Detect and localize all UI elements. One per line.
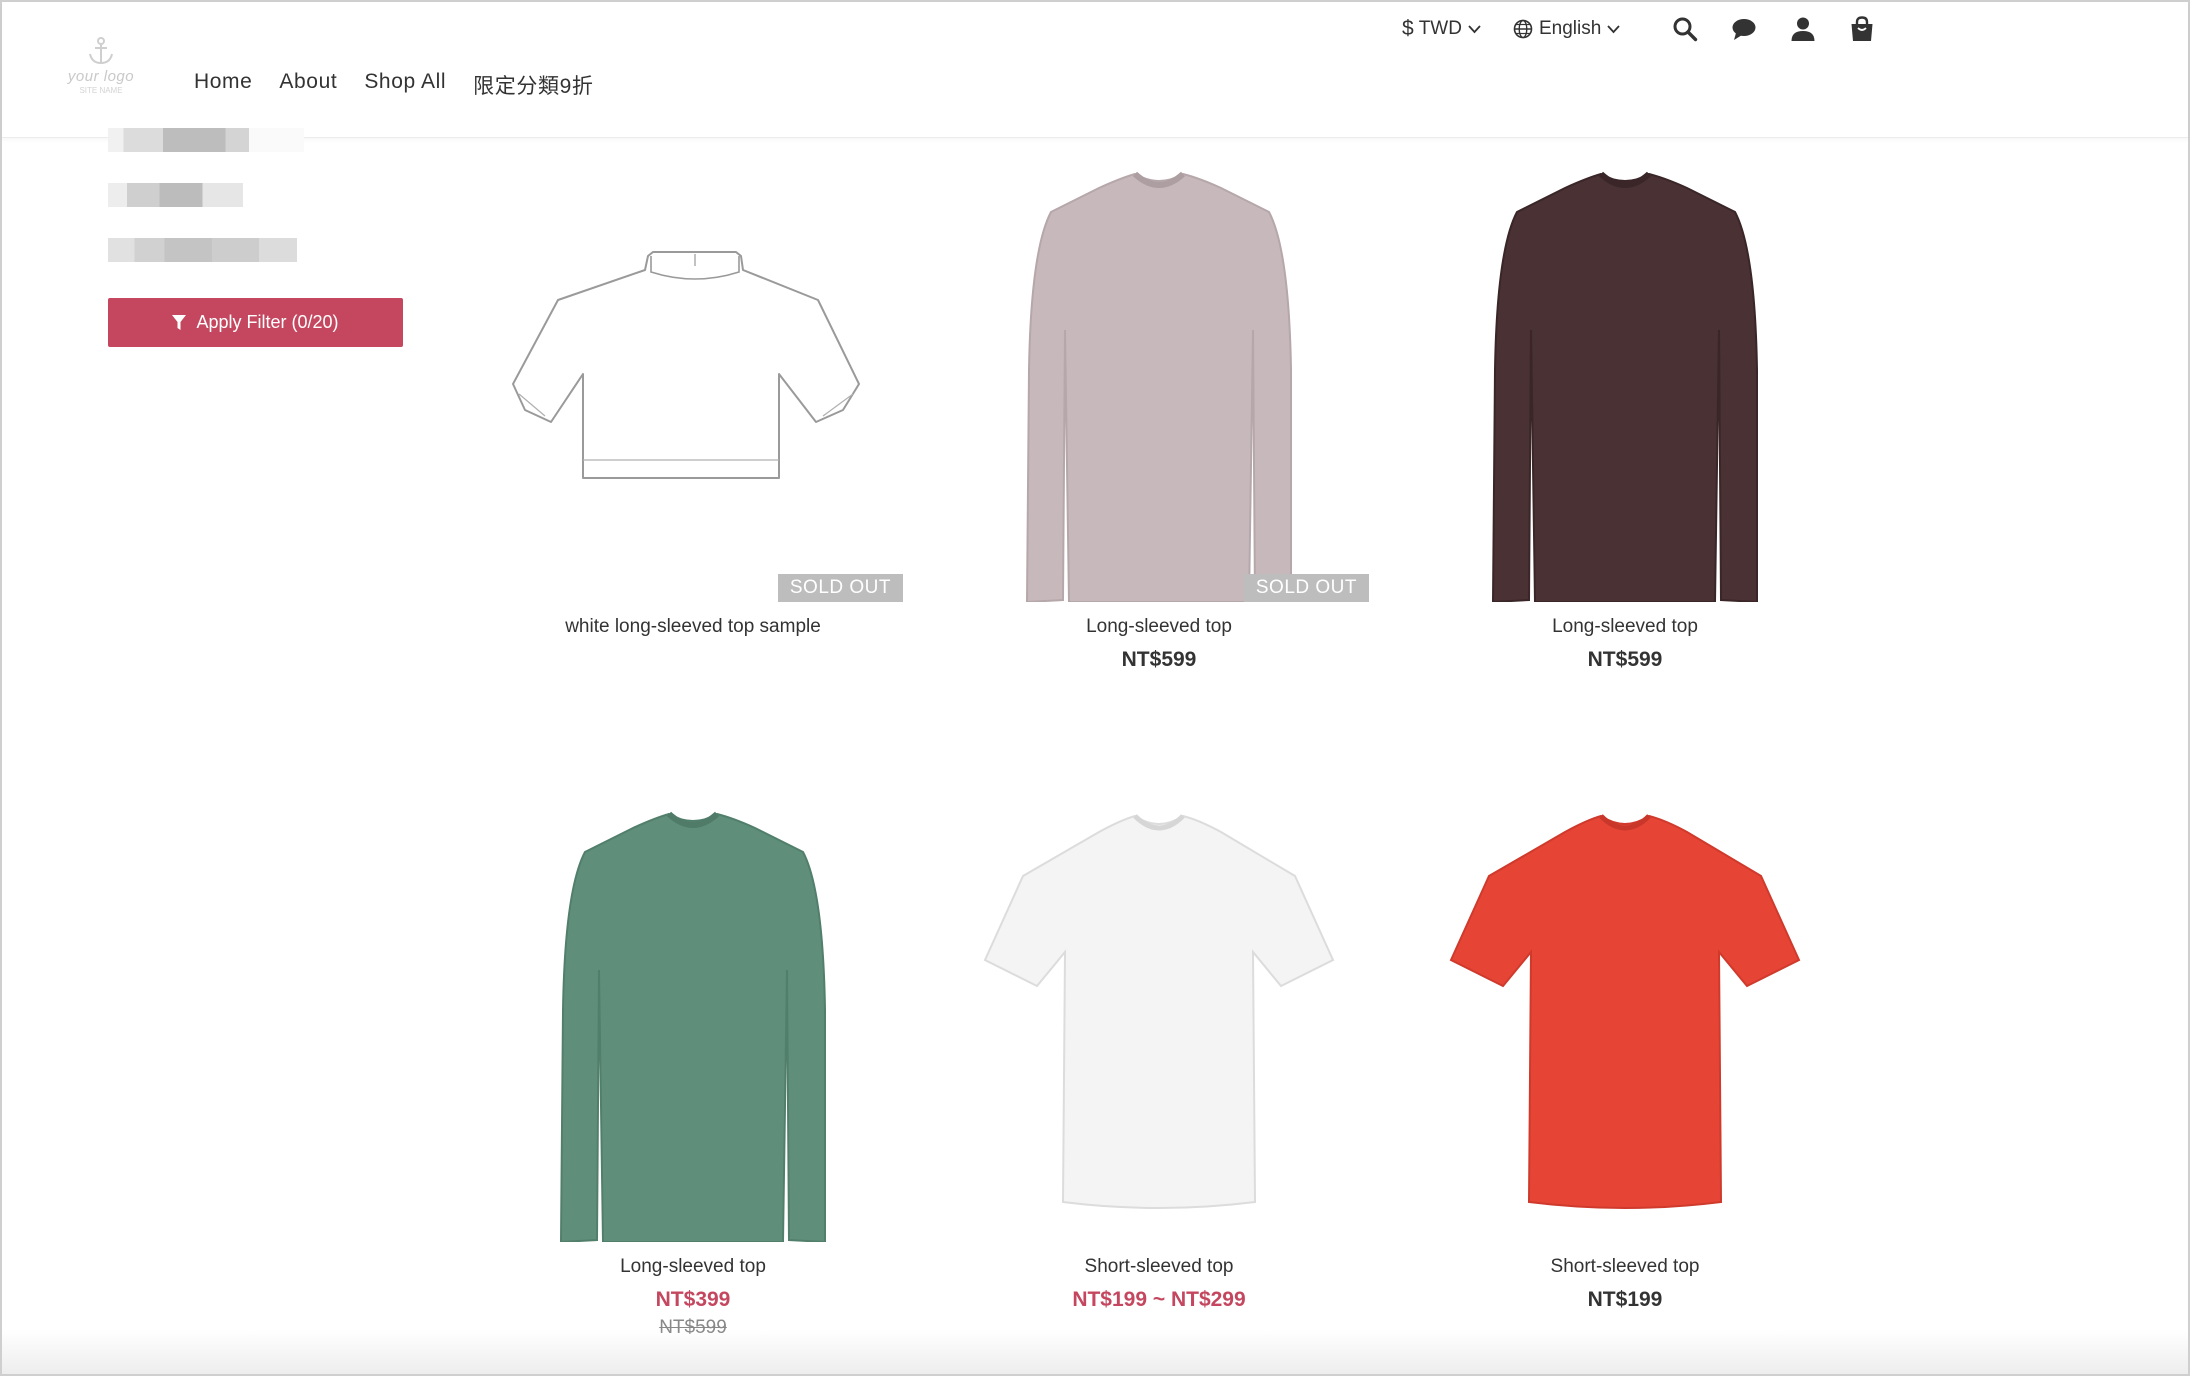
product-card[interactable]: Short-sleeved top NT$199 [1415,810,1835,1312]
globe-icon [1513,19,1533,39]
product-image[interactable] [1415,170,1835,602]
user-icon[interactable] [1788,14,1818,44]
site-header: your logo SITE NAME Home About Shop All … [2,2,2188,138]
nav-home[interactable]: Home [194,70,252,100]
chevron-down-icon [1607,24,1620,33]
product-card[interactable]: Long-sleeved top NT$599 [1415,170,1835,672]
search-icon[interactable] [1670,14,1700,44]
nav-promo-category[interactable]: 限定分類9折 [473,70,593,100]
language-selector[interactable]: English [1513,18,1620,40]
blurred-filter-option [108,128,304,152]
product-image[interactable] [949,810,1369,1242]
nav-about[interactable]: About [279,70,337,100]
filter-icon [172,314,187,330]
blurred-filter-option [108,238,297,262]
blurred-filter-option [108,183,243,207]
chevron-down-icon [1468,24,1481,33]
product-name[interactable]: Long-sleeved top [1415,616,1835,638]
language-label: English [1538,18,1602,39]
nav-shop-all[interactable]: Shop All [364,70,446,100]
long-sleeve-shirt-image [559,811,826,1242]
long-sleeve-shirt-image [1491,171,1758,602]
product-card[interactable]: SOLD OUT Long-sleeved top NT$599 [949,170,1369,672]
main-nav: Home About Shop All 限定分類9折 [194,70,593,100]
long-sleeve-shirt-image [1025,171,1292,602]
product-image[interactable]: SOLD OUT [483,170,903,602]
product-sale-price: NT$399 [655,1288,731,1311]
product-image[interactable] [1415,810,1835,1242]
product-price: NT$599 [1121,648,1197,671]
apply-filter-button[interactable]: Apply Filter (0/20) [108,298,403,347]
apply-filter-label: Apply Filter (0/20) [196,312,339,332]
product-name[interactable]: Short-sleeved top [1415,1256,1835,1278]
currency-selector[interactable]: $ TWD [1402,17,1481,41]
currency-symbol: $ [1402,17,1414,40]
logo-text: your logo [67,68,135,85]
utility-bar: $ TWD English [1402,14,1620,44]
site-logo[interactable]: your logo SITE NAME [64,36,138,100]
product-name[interactable]: Long-sleeved top [949,616,1369,638]
logo-subtext: SITE NAME [79,86,123,95]
sketch-shirt-image [512,251,860,479]
anchor-icon [89,37,113,65]
currency-label: TWD [1418,18,1462,39]
short-sleeve-shirt-image [1449,814,1801,1209]
product-price-range: NT$199 ~ NT$299 [1072,1288,1246,1311]
cart-icon[interactable] [1847,14,1877,44]
product-name[interactable]: Long-sleeved top [483,1256,903,1278]
sold-out-badge: SOLD OUT [777,574,903,602]
product-image[interactable] [483,810,903,1242]
product-price: NT$199 [1587,1288,1663,1311]
product-price: NT$599 [1587,648,1663,671]
product-name[interactable]: Short-sleeved top [949,1256,1369,1278]
product-card[interactable]: Long-sleeved top NT$399 NT$599 [483,810,903,1339]
sold-out-badge: SOLD OUT [1243,574,1369,602]
chat-icon[interactable] [1729,14,1759,44]
product-image[interactable]: SOLD OUT [949,170,1369,602]
product-card[interactable]: Short-sleeved top NT$199 ~ NT$299 [949,810,1369,1312]
bottom-fade [2,1330,2188,1374]
short-sleeve-shirt-image [983,814,1335,1209]
product-card[interactable]: SOLD OUT white long-sleeved top sample [483,170,903,638]
product-name[interactable]: white long-sleeved top sample [483,616,903,638]
